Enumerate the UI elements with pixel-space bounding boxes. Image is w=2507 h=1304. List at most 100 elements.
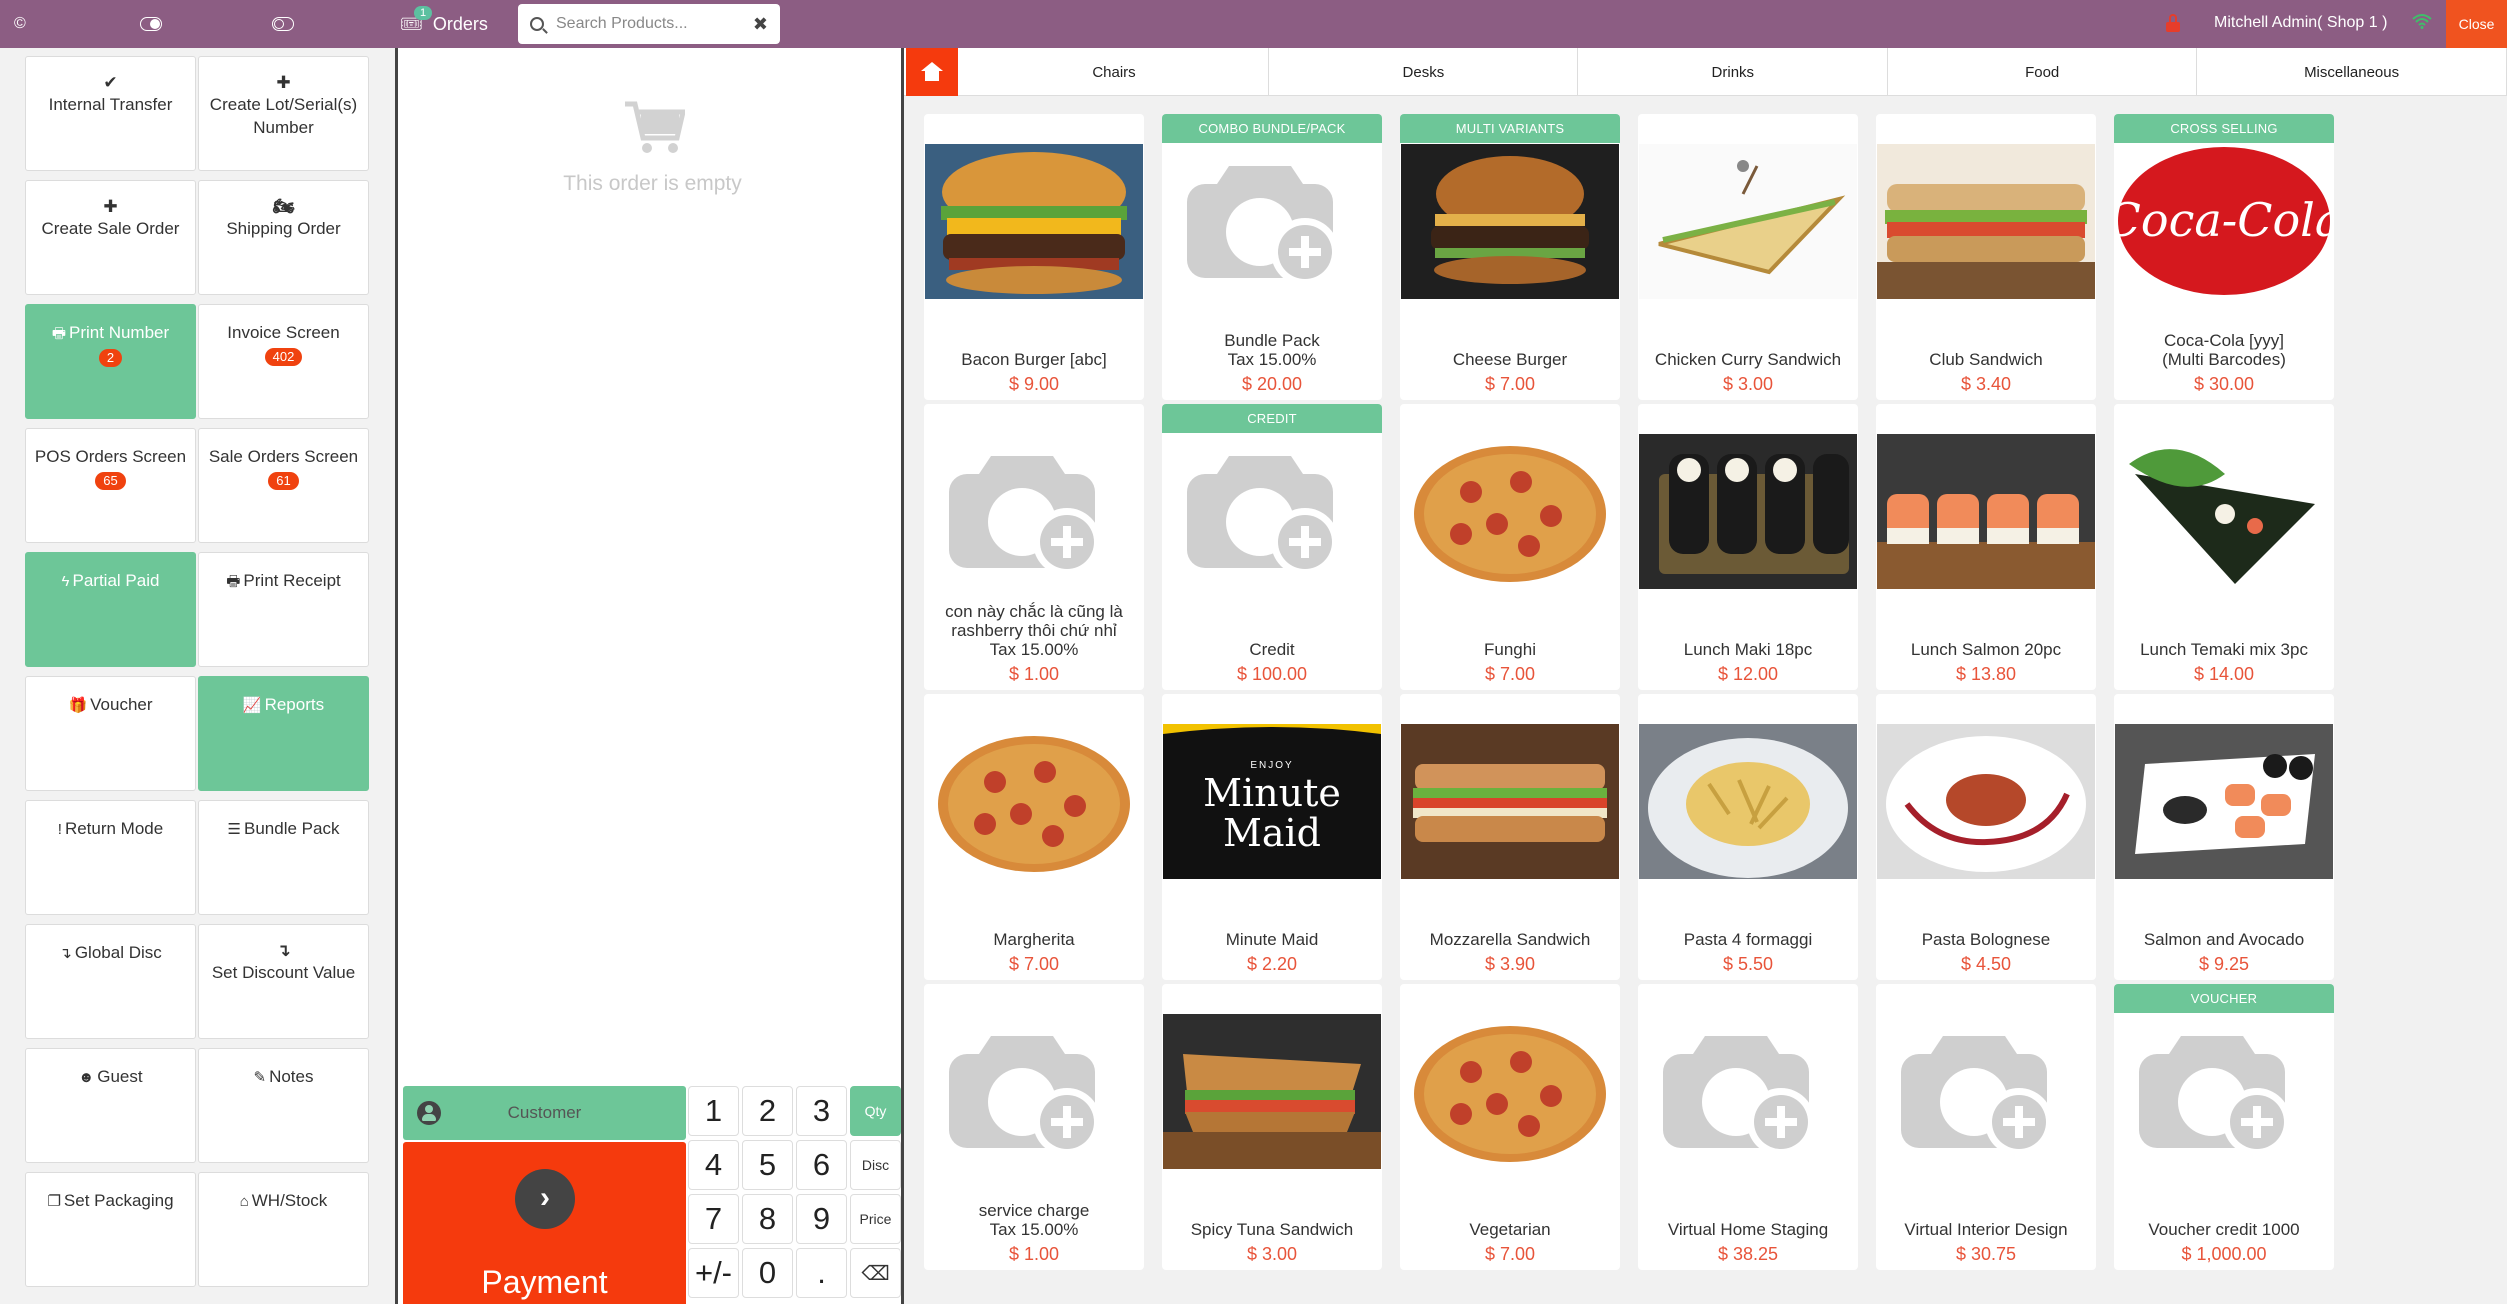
category-tab-miscellaneous[interactable]: Miscellaneous — [2198, 48, 2507, 96]
sign-toggle-button[interactable]: +/- — [688, 1248, 739, 1298]
action-label: Reports — [264, 695, 325, 714]
product-price: $ 4.50 — [1960, 954, 2012, 974]
action-label: Bundle Pack — [244, 819, 340, 838]
action-wh-stock-button[interactable]: ⌂ WH/Stock — [198, 1172, 369, 1287]
close-button[interactable]: Close — [2446, 0, 2507, 48]
decimal-button[interactable]: . — [796, 1248, 847, 1298]
product-card[interactable]: COMBO BUNDLE/PACK Bundle Pack Tax 15.00% $… — [1162, 114, 1382, 400]
product-name: Lunch Temaki mix 3pc — [2140, 640, 2308, 659]
action-bundle-pack-button[interactable]: ☰ Bundle Pack — [198, 800, 369, 915]
product-card[interactable]: Chicken Curry Sandwich $ 3.00 — [1638, 114, 1858, 400]
product-card[interactable]: Virtual Home Staging $ 38.25 — [1638, 984, 1858, 1270]
product-info: Chicken Curry Sandwich $ 3.00 — [1642, 350, 1854, 394]
category-tab-food[interactable]: Food — [1888, 48, 2198, 96]
product-card[interactable]: con này chắc là cũng là rashberry thôi c… — [924, 404, 1144, 690]
warehouse-icon: ⌂ — [239, 1193, 249, 1210]
toggle-on-icon[interactable] — [140, 12, 162, 36]
action-voucher-button[interactable]: 🎁 Voucher — [25, 676, 196, 791]
category-tab-desks[interactable]: Desks — [1269, 48, 1579, 96]
action-guest-button[interactable]: ☻ Guest — [25, 1048, 196, 1163]
action-create-lot-serial-s-number-button[interactable]: ✚ Create Lot/Serial(s) Number — [198, 56, 369, 171]
action-reports-button[interactable]: 📈 Reports — [198, 676, 369, 791]
product-card[interactable]: Margherita $ 7.00 — [924, 694, 1144, 980]
action-set-discount-value-button[interactable]: ↴ Set Discount Value — [198, 924, 369, 1039]
product-price: $ 100.00 — [1236, 664, 1308, 684]
payment-button[interactable]: › Payment — [403, 1142, 686, 1304]
product-card[interactable]: Vegetarian $ 7.00 — [1400, 984, 1620, 1270]
copyright-icon[interactable]: © — [14, 12, 26, 36]
product-price: $ 3.90 — [1484, 954, 1536, 974]
action-pos-orders-screen-button[interactable]: POS Orders Screen 65 — [25, 428, 196, 543]
category-tab-drinks[interactable]: Drinks — [1579, 48, 1888, 96]
product-card[interactable]: MULTI VARIANTS Cheese Burger $ 7.00 — [1400, 114, 1620, 400]
home-category-button[interactable] — [906, 48, 958, 96]
product-card[interactable]: Club Sandwich $ 3.40 — [1876, 114, 2096, 400]
product-card[interactable]: CROSS SELLING Coca-Cola Coca-Cola [yyy] (M… — [2114, 114, 2334, 400]
action-return-mode-button[interactable]: ! Return Mode — [25, 800, 196, 915]
numpad-key-5[interactable]: 5 — [742, 1140, 793, 1190]
lock-icon[interactable] — [2166, 14, 2180, 32]
wifi-icon — [2412, 12, 2432, 35]
product-card[interactable]: Mozzarella Sandwich $ 3.90 — [1400, 694, 1620, 980]
numpad-key-3[interactable]: 3 — [796, 1086, 847, 1136]
camera-placeholder-icon — [1163, 434, 1381, 589]
orders-button[interactable]: 🎟 1 Orders — [400, 5, 488, 40]
action-print-receipt-button[interactable]: 🖶 Print Receipt — [198, 552, 369, 667]
action-notes-button[interactable]: ✎ Notes — [198, 1048, 369, 1163]
product-card[interactable]: Lunch Salmon 20pc $ 13.80 — [1876, 404, 2096, 690]
backspace-button[interactable]: ⌫ — [850, 1248, 901, 1298]
product-card[interactable]: ENJOY Minute Maid Minute Maid $ 2.20 — [1162, 694, 1382, 980]
bolt-icon: ϟ — [61, 573, 70, 590]
product-card[interactable]: Lunch Temaki mix 3pc $ 14.00 — [2114, 404, 2334, 690]
numpad-key-0[interactable]: 0 — [742, 1248, 793, 1298]
product-card[interactable]: CREDIT Credit $ 100.00 — [1162, 404, 1382, 690]
numpad-key-4[interactable]: 4 — [688, 1140, 739, 1190]
product-card[interactable]: Salmon and Avocado $ 9.25 — [2114, 694, 2334, 980]
numpad-key-7[interactable]: 7 — [688, 1194, 739, 1244]
search-input[interactable] — [556, 15, 747, 33]
count-badge: 2 — [98, 349, 123, 367]
product-card[interactable]: service charge Tax 15.00% $ 1.00 — [924, 984, 1144, 1270]
numpad-key-6[interactable]: 6 — [796, 1140, 847, 1190]
product-image — [925, 144, 1143, 299]
product-card[interactable]: VOUCHER Voucher credit 1000 $ 1,000.00 — [2114, 984, 2334, 1270]
numpad-key-2[interactable]: 2 — [742, 1086, 793, 1136]
product-info: con này chắc là cũng là rashberry thôi c… — [928, 602, 1140, 684]
products-pane: Chairs Desks Drinks Food Miscellaneous Bacon… — [904, 48, 2507, 1304]
numpad-key-8[interactable]: 8 — [742, 1194, 793, 1244]
count-badge: 61 — [268, 472, 299, 490]
action-shipping-order-button[interactable]: 🏍 Shipping Order — [198, 180, 369, 295]
action-create-sale-order-button[interactable]: ✚ Create Sale Order — [25, 180, 196, 295]
action-partial-paid-button[interactable]: ϟ Partial Paid — [25, 552, 196, 667]
qty-mode-button[interactable]: Qty — [850, 1086, 901, 1136]
product-card[interactable]: Pasta 4 formaggi $ 5.50 — [1638, 694, 1858, 980]
numpad-key-9[interactable]: 9 — [796, 1194, 847, 1244]
chart-icon: 📈 — [242, 697, 262, 714]
customer-button[interactable]: Customer — [403, 1086, 686, 1140]
price-mode-button[interactable]: Price — [850, 1194, 901, 1244]
product-info: Voucher credit 1000 $ 1,000.00 — [2118, 1220, 2330, 1264]
product-info: Vegetarian $ 7.00 — [1404, 1220, 1616, 1264]
toggle-off-icon[interactable] — [272, 12, 294, 36]
category-tab-chairs[interactable]: Chairs — [960, 48, 1269, 96]
action-internal-transfer-button[interactable]: ✔ Internal Transfer — [25, 56, 196, 171]
product-info: Pasta Bolognese $ 4.50 — [1880, 930, 2092, 974]
product-card[interactable]: Pasta Bolognese $ 4.50 — [1876, 694, 2096, 980]
action-label: POS Orders Screen — [34, 447, 187, 466]
numpad-key-1[interactable]: 1 — [688, 1086, 739, 1136]
action-set-packaging-button[interactable]: ❐ Set Packaging — [25, 1172, 196, 1287]
action-global-disc-button[interactable]: ↴ Global Disc — [25, 924, 196, 1039]
product-card[interactable]: Spicy Tuna Sandwich $ 3.00 — [1162, 984, 1382, 1270]
product-card[interactable]: Funghi $ 7.00 — [1400, 404, 1620, 690]
clear-search-icon[interactable]: ✖ — [753, 14, 768, 35]
action-invoice-screen-button[interactable]: Invoice Screen 402 — [198, 304, 369, 419]
product-card[interactable]: Virtual Interior Design $ 30.75 — [1876, 984, 2096, 1270]
product-card[interactable]: Lunch Maki 18pc $ 12.00 — [1638, 404, 1858, 690]
action-sale-orders-screen-button[interactable]: Sale Orders Screen 61 — [198, 428, 369, 543]
user-name[interactable]: Mitchell Admin( Shop 1 ) — [2214, 14, 2387, 32]
disc-mode-button[interactable]: Disc — [850, 1140, 901, 1190]
product-name: Credit — [1249, 640, 1295, 659]
action-print-number-button[interactable]: 🖶 Print Number 2 — [25, 304, 196, 419]
product-card[interactable]: Bacon Burger [abc] $ 9.00 — [924, 114, 1144, 400]
action-label: Sale Orders Screen — [208, 447, 359, 466]
